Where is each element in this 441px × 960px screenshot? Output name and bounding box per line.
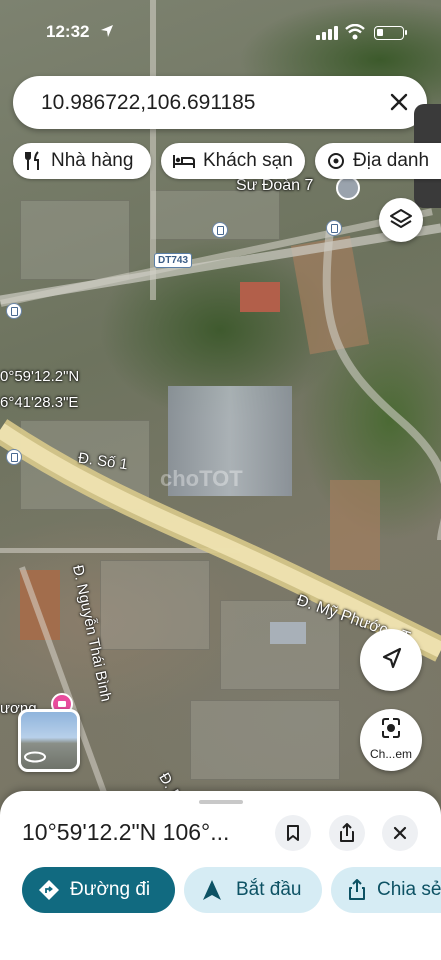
bus-stop-icon[interactable] — [6, 449, 22, 465]
my-location-button[interactable] — [360, 629, 422, 691]
coordinate-label-lng: 6°41'28.3"E — [0, 394, 79, 411]
landmark-icon — [328, 153, 344, 169]
directions-icon — [39, 880, 59, 900]
search-input[interactable]: 10.986722,106.691185 — [41, 91, 256, 115]
cellular-signal-icon — [316, 26, 338, 40]
lens-label: Ch...em — [369, 747, 412, 761]
layers-button[interactable] — [379, 198, 423, 242]
start-label: Bắt đầu — [236, 879, 302, 900]
place-pin-icon[interactable] — [336, 176, 360, 200]
chip-hotels[interactable]: Khách sạn — [161, 143, 305, 179]
chip-landmarks[interactable]: Địa danh — [315, 143, 441, 179]
chip-label: Khách sạn — [203, 150, 293, 171]
search-bar[interactable]: 10.986722,106.691185 — [13, 76, 427, 129]
bus-stop-icon[interactable] — [212, 222, 228, 238]
bookmark-icon — [287, 825, 299, 841]
directions-button[interactable]: Đường đi — [22, 867, 175, 913]
bus-stop-icon[interactable] — [326, 220, 342, 236]
place-label[interactable]: Sư Đoàn 7 — [236, 177, 313, 195]
close-icon[interactable] — [389, 92, 409, 112]
wifi-icon — [345, 24, 365, 40]
camera-lens-icon — [382, 718, 400, 738]
status-time: 12:32 — [46, 22, 90, 41]
navigation-arrow-icon — [382, 647, 402, 669]
lens-button[interactable]: Ch...em — [360, 709, 422, 771]
share-label: Chia sẻ — [377, 879, 441, 900]
share-icon — [340, 823, 354, 842]
bed-icon — [173, 155, 195, 168]
street-view-360-icon — [24, 751, 46, 763]
navigation-arrow-icon — [203, 880, 221, 900]
save-button[interactable] — [275, 815, 311, 851]
coordinate-label-lat: 0°59'12.2"N — [0, 368, 80, 385]
share-icon-button[interactable] — [329, 815, 365, 851]
chip-label: Nhà hàng — [51, 150, 134, 171]
place-bottom-sheet[interactable]: 10°59'12.2"N 106°... Đường đi Bắt đầu Ch… — [0, 791, 441, 960]
location-arrow-icon — [101, 25, 113, 37]
start-button[interactable]: Bắt đầu — [184, 867, 322, 913]
fork-knife-icon — [25, 151, 39, 170]
layers-icon — [390, 209, 412, 228]
bus-stop-icon[interactable] — [6, 303, 22, 319]
close-icon — [393, 826, 407, 840]
place-title: 10°59'12.2"N 106°... — [22, 819, 230, 845]
status-bar: 12:32 — [0, 18, 441, 48]
close-sheet-button[interactable] — [382, 815, 418, 851]
chip-restaurants[interactable]: Nhà hàng — [13, 143, 151, 179]
watermark: choTOT — [160, 466, 243, 491]
sheet-drag-handle[interactable] — [199, 800, 243, 804]
route-shield: DT743 — [154, 253, 193, 268]
chip-label: Địa danh — [353, 150, 430, 171]
share-button[interactable]: Chia sẻ — [331, 867, 441, 913]
battery-icon — [374, 26, 407, 40]
directions-label: Đường đi — [70, 879, 151, 900]
share-icon — [349, 879, 365, 900]
